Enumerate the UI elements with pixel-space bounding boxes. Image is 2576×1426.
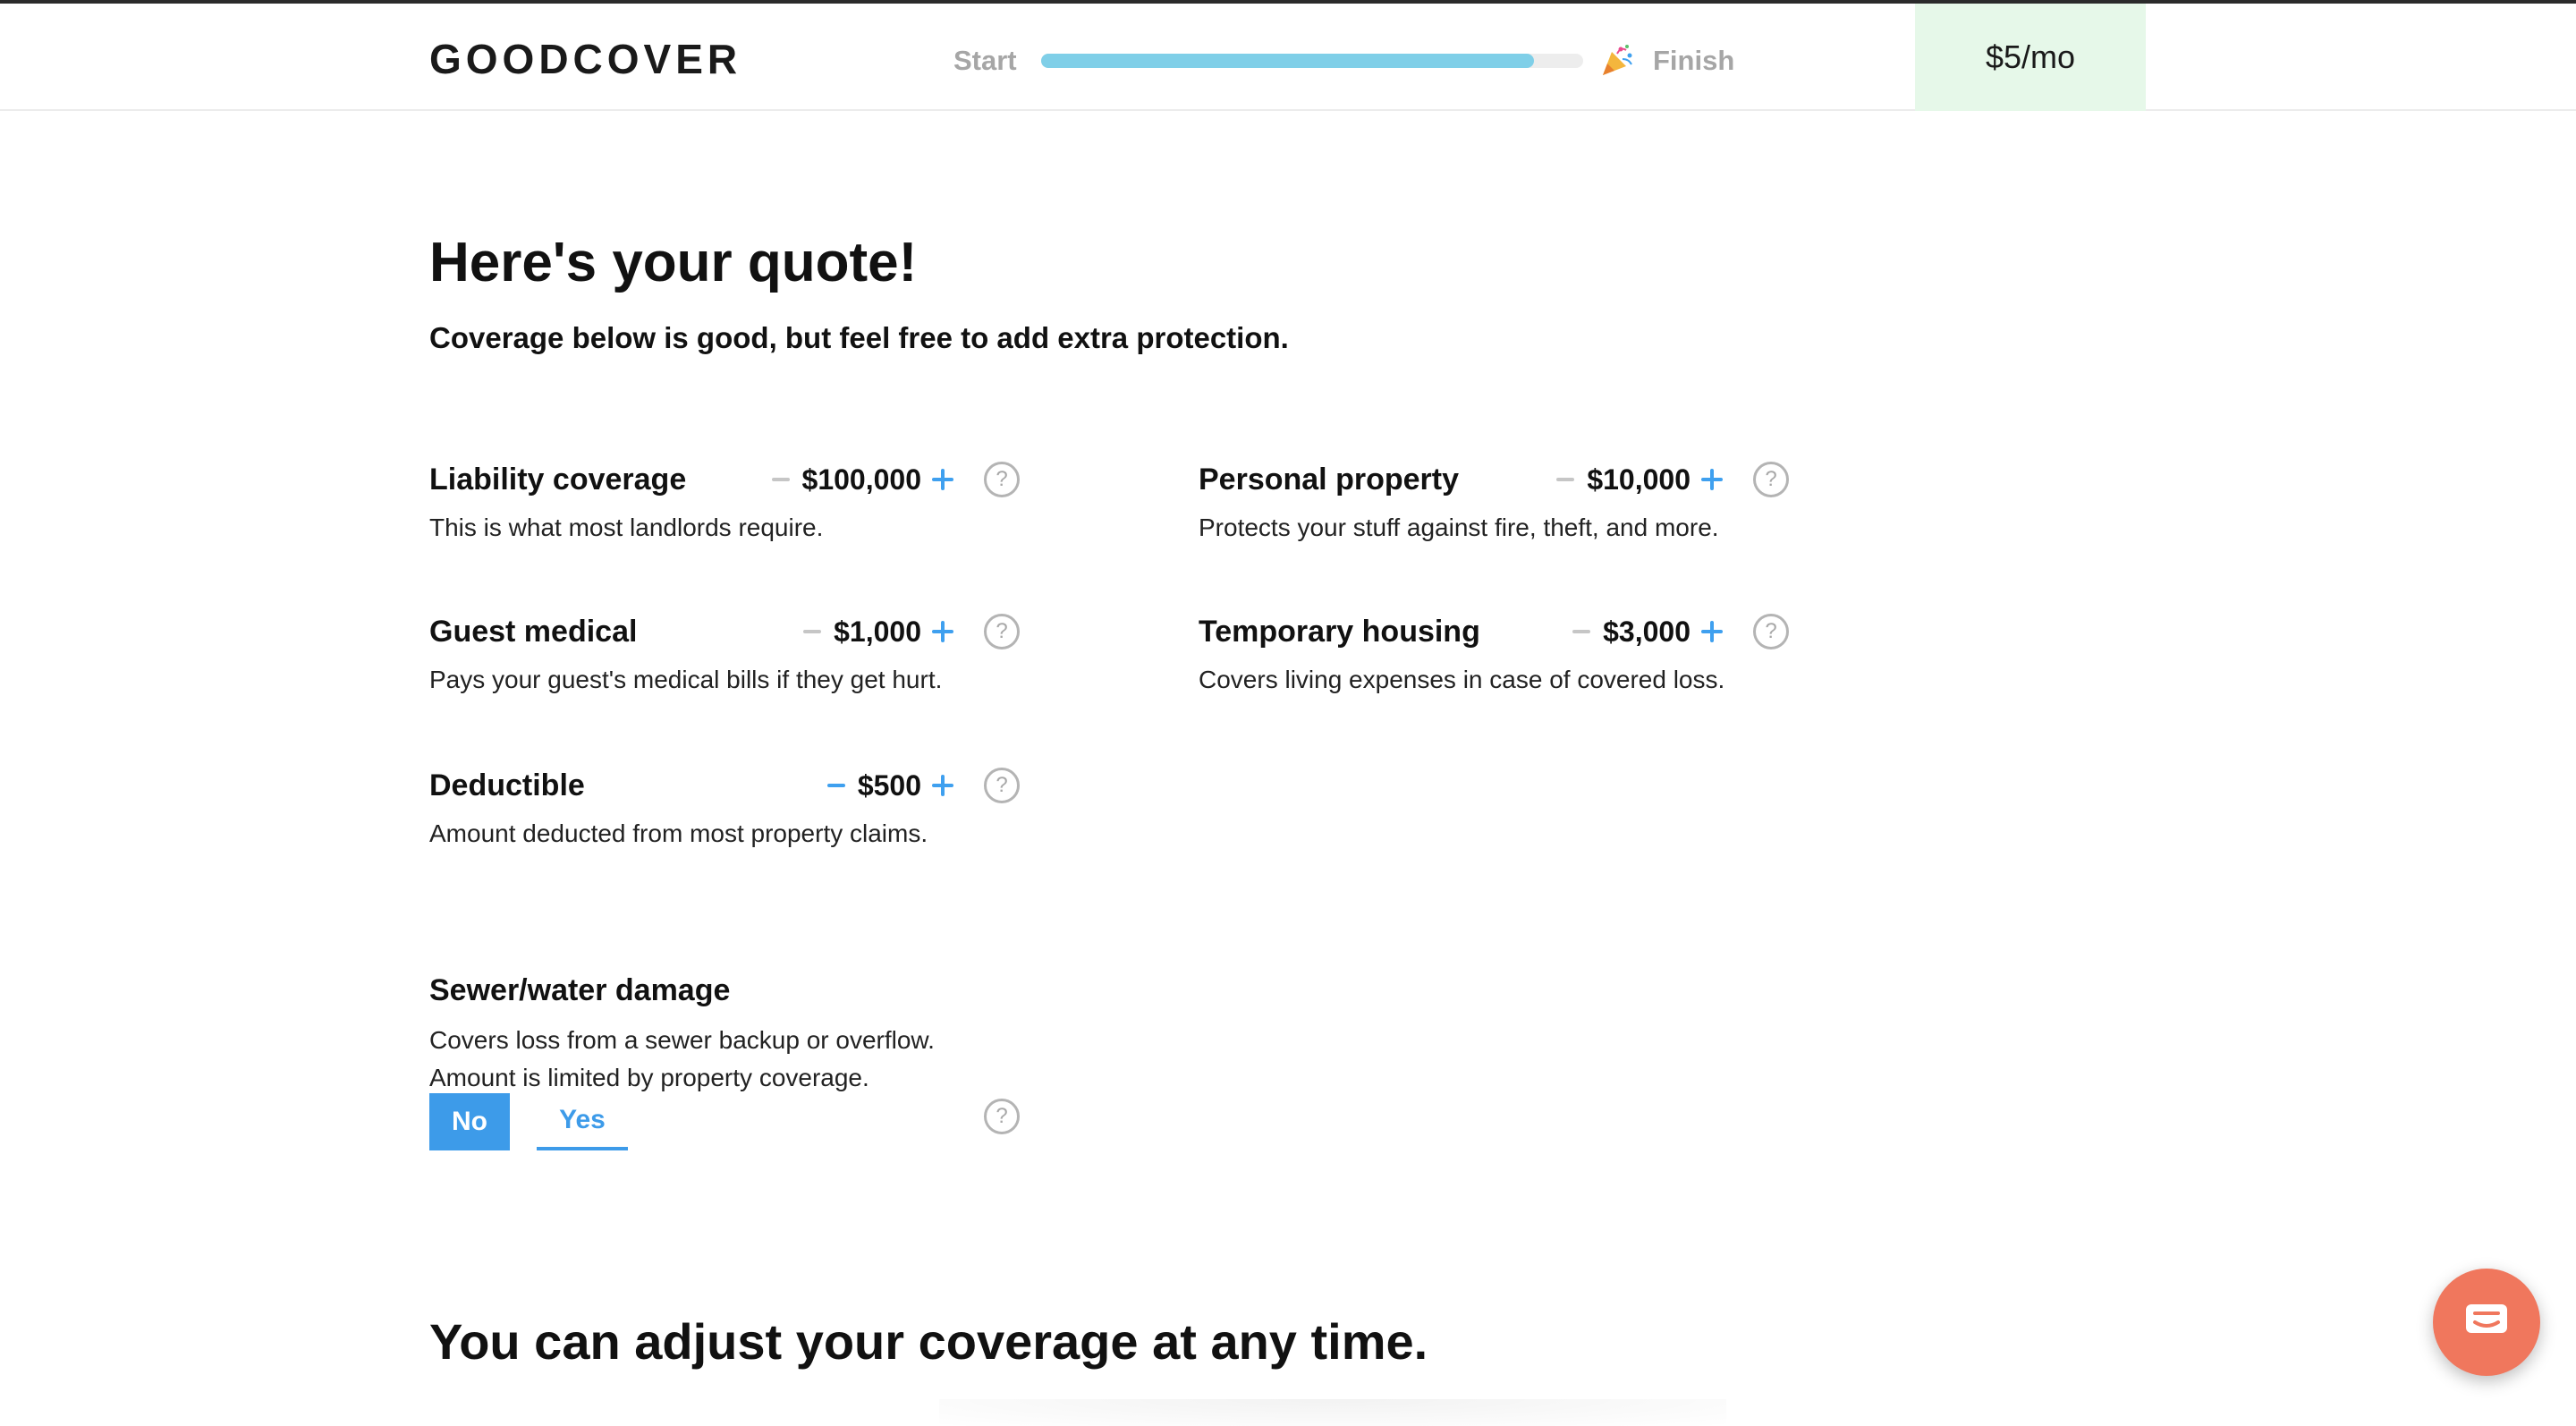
help-question-icon[interactable]: ? xyxy=(984,768,1020,803)
coverage-label: Liability coverage xyxy=(429,463,687,497)
progress-start-label: Start xyxy=(953,45,1017,76)
coverage-guest-medical: Guest medical $1,000 ? Pays your guest's… xyxy=(429,610,1020,726)
sewer-description-line-2: Amount is limited by property coverage. xyxy=(429,1064,869,1091)
increase-button[interactable] xyxy=(1696,463,1728,496)
sewer-description: Covers loss from a sewer backup or overf… xyxy=(429,1022,935,1097)
sewer-description-line-1: Covers loss from a sewer backup or overf… xyxy=(429,1026,935,1054)
coverage-label: Personal property xyxy=(1199,463,1459,497)
progress-track xyxy=(1041,54,1583,68)
coverage-stepper: $500 ? xyxy=(820,764,1020,807)
coverage-value: $500 xyxy=(857,768,921,802)
progress-fill xyxy=(1041,54,1535,68)
decrease-button[interactable] xyxy=(820,769,852,802)
coverage-deductible: Deductible $500 ? Amount deducted from m… xyxy=(429,764,1020,880)
increase-button[interactable] xyxy=(927,769,959,802)
decrease-button[interactable] xyxy=(1565,615,1597,648)
coverage-liability: Liability coverage $100,000 ? This is wh… xyxy=(429,458,1020,574)
coverage-description: Amount deducted from most property claim… xyxy=(429,819,928,847)
coverage-temporary-housing: Temporary housing $3,000 ? Covers living… xyxy=(1199,610,1789,726)
page-title: Here's your quote! xyxy=(429,232,918,293)
decrease-button[interactable] xyxy=(1549,463,1581,496)
help-question-icon[interactable]: ? xyxy=(1753,614,1789,649)
adjust-coverage-heading: You can adjust your coverage at any time… xyxy=(429,1313,1428,1370)
chat-bubble-icon xyxy=(2466,1304,2507,1333)
increase-button[interactable] xyxy=(927,615,959,648)
coverage-description: Covers living expenses in case of covere… xyxy=(1199,666,1725,693)
coverage-stepper: $100,000 ? xyxy=(765,458,1020,501)
main-content: Here's your quote! Coverage below is goo… xyxy=(429,111,2147,1426)
coverage-value: $100,000 xyxy=(801,463,921,496)
chat-button[interactable] xyxy=(2433,1269,2540,1376)
coverage-value: $1,000 xyxy=(834,615,921,648)
increase-button[interactable] xyxy=(927,463,959,496)
page-subtitle: Coverage below is good, but feel free to… xyxy=(429,321,1289,354)
logo[interactable]: GOODCOVER xyxy=(429,32,741,86)
progress-indicator: Start Finish xyxy=(948,36,1753,86)
coverage-description: Pays your guest's medical bills if they … xyxy=(429,666,943,693)
sewer-label: Sewer/water damage xyxy=(429,973,731,1007)
coverage-label: Temporary housing xyxy=(1199,615,1480,649)
decrease-button[interactable] xyxy=(765,463,797,496)
decrease-button[interactable] xyxy=(796,615,828,648)
coverage-stepper: $1,000 ? xyxy=(796,610,1020,653)
progress-finish-label: Finish xyxy=(1653,45,1735,76)
coverage-label: Deductible xyxy=(429,768,585,802)
coverage-label: Guest medical xyxy=(429,615,638,649)
help-question-icon[interactable]: ? xyxy=(984,1099,1020,1134)
coverage-description: This is what most landlords require. xyxy=(429,514,824,541)
content-shadow xyxy=(939,1399,1726,1426)
header: GOODCOVER Start Finish $5/mo xyxy=(0,4,2576,111)
monthly-price: $5/mo xyxy=(1915,4,2146,111)
sewer-no-button[interactable]: No xyxy=(429,1093,510,1150)
coverage-description: Protects your stuff against fire, theft,… xyxy=(1199,514,1719,541)
coverage-value: $3,000 xyxy=(1603,615,1690,648)
coverage-stepper: $3,000 ? xyxy=(1565,610,1789,653)
coverage-personal-property: Personal property $10,000 ? Protects you… xyxy=(1199,458,1789,574)
increase-button[interactable] xyxy=(1696,615,1728,648)
sewer-water-damage-option: Sewer/water damage Covers loss from a se… xyxy=(429,970,1020,1184)
sewer-yes-button[interactable]: Yes xyxy=(537,1093,628,1150)
party-popper-icon xyxy=(1599,43,1635,79)
help-question-icon[interactable]: ? xyxy=(984,614,1020,649)
help-question-icon[interactable]: ? xyxy=(1753,462,1789,497)
coverage-value: $10,000 xyxy=(1587,463,1690,496)
coverage-stepper: $10,000 ? xyxy=(1549,458,1789,501)
help-question-icon[interactable]: ? xyxy=(984,462,1020,497)
